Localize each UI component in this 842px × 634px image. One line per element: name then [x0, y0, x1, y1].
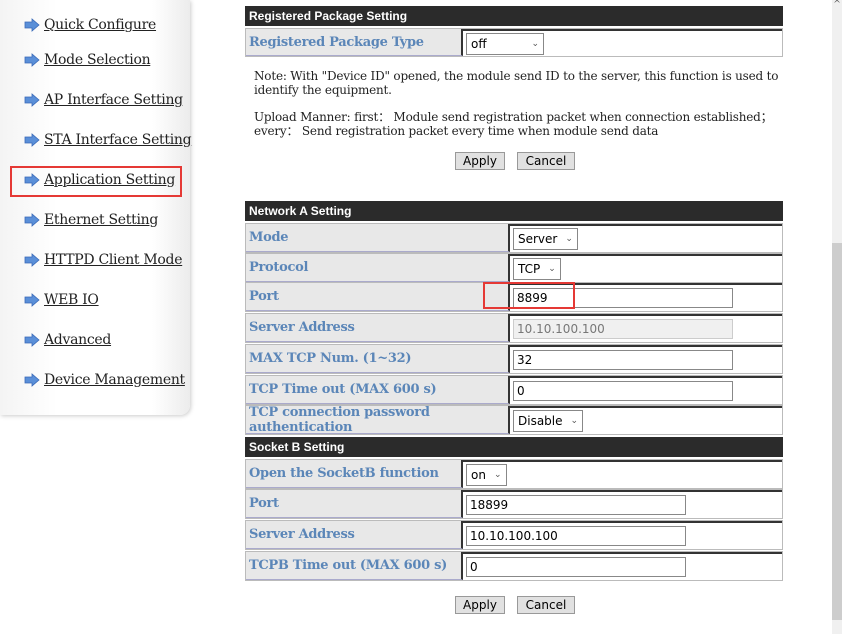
- setting-row: Open the SocketB function on ⌄: [245, 459, 783, 489]
- setting-label: Mode: [246, 224, 510, 252]
- sidebar-item-label: Advanced: [44, 332, 112, 348]
- setting-row: TCP Time out (MAX 600 s) 0: [245, 375, 783, 405]
- socketb-apply-button[interactable]: Apply: [455, 596, 505, 614]
- setting-row: Server Address 10.10.100.100: [245, 520, 783, 550]
- arrow-right-icon: [24, 133, 40, 147]
- sidebar-item-mode-selection[interactable]: Mode Selection: [24, 52, 151, 68]
- sidebar-item-label: Application Setting: [44, 172, 176, 188]
- arrow-right-icon: [24, 18, 40, 32]
- socket-b-header: Socket B Setting: [245, 437, 783, 457]
- sidebar-item-advanced[interactable]: Advanced: [24, 332, 111, 348]
- arrow-right-icon: [24, 253, 40, 267]
- sidebar-item-label: Mode Selection: [44, 52, 151, 68]
- registered-package-type-row: Registered Package Type off ⌄: [245, 28, 783, 57]
- sidebar-item-quick-configure[interactable]: Quick Configure: [24, 17, 156, 33]
- sidebar-item-ethernet-setting[interactable]: Ethernet Setting: [24, 212, 158, 228]
- setting-label: TCP connection password authentication: [246, 405, 510, 435]
- setting-row: TCP connection password authentication Di…: [245, 405, 783, 435]
- setting-input[interactable]: 0: [513, 381, 733, 401]
- setting-input[interactable]: 10.10.100.100: [466, 526, 686, 546]
- cancel-button[interactable]: Cancel: [517, 152, 575, 170]
- sidebar-item-label: STA Interface Setting: [44, 132, 192, 148]
- setting-input[interactable]: 0: [466, 557, 686, 577]
- setting-label: Port: [246, 283, 510, 311]
- setting-row: Mode Server ⌄: [245, 223, 783, 253]
- chevron-down-icon: ⌄: [531, 38, 539, 49]
- registered-package-header: Registered Package Setting: [245, 6, 783, 26]
- scroll-up-icon[interactable]: ^: [832, 0, 842, 10]
- sidebar-item-ap-interface-setting[interactable]: AP Interface Setting: [24, 92, 183, 108]
- setting-select[interactable]: Server ⌄: [513, 228, 578, 250]
- setting-label: Open the SocketB function: [246, 460, 463, 488]
- sidebar-item-httpd-client-mode[interactable]: HTTPD Client Mode: [24, 252, 183, 268]
- arrow-right-icon: [24, 213, 40, 227]
- setting-label: TCPB Time out (MAX 600 s): [246, 552, 463, 580]
- port-highlight: [483, 282, 575, 309]
- chevron-down-icon: ⌄: [565, 234, 573, 244]
- sidebar-item-label: Quick Configure: [44, 17, 157, 33]
- sidebar-item-application-setting[interactable]: Application Setting: [24, 172, 175, 188]
- upload-manner-text: Upload Manner: first： Module send regist…: [254, 110, 773, 138]
- setting-row: TCPB Time out (MAX 600 s) 0: [245, 551, 783, 581]
- sidebar-item-label: WEB IO: [44, 292, 99, 308]
- chevron-down-icon: ⌄: [570, 416, 579, 426]
- registered-package-type-label: Registered Package Type: [246, 29, 463, 56]
- setting-select[interactable]: TCP ⌄: [513, 258, 561, 280]
- registered-package-type-select[interactable]: off ⌄: [466, 32, 544, 55]
- sidebar-item-label: AP Interface Setting: [44, 92, 183, 108]
- setting-input: 10.10.100.100: [513, 319, 733, 339]
- sidebar-item-device-management[interactable]: Device Management: [24, 372, 185, 388]
- note-text: Note: With "Device ID" opened, the modul…: [254, 69, 779, 97]
- setting-row: Port 18899: [245, 489, 783, 519]
- setting-label: TCP Time out (MAX 600 s): [246, 376, 510, 404]
- setting-row: Protocol TCP ⌄: [245, 253, 783, 283]
- setting-label: Server Address: [246, 521, 463, 549]
- select-value: on: [471, 468, 486, 482]
- apply-button[interactable]: Apply: [455, 152, 505, 170]
- setting-input[interactable]: 32: [513, 350, 733, 370]
- arrow-right-icon: [24, 293, 40, 307]
- arrow-right-icon: [24, 53, 40, 67]
- sidebar-item-label: Device Management: [44, 372, 185, 388]
- setting-label: Port: [246, 490, 463, 518]
- sidebar-item-label: HTTPD Client Mode: [44, 252, 183, 268]
- setting-label: Protocol: [246, 254, 510, 282]
- setting-row: Server Address 10.10.100.100: [245, 313, 783, 343]
- setting-select[interactable]: Disable ⌄: [513, 410, 584, 432]
- chevron-down-icon: ⌄: [548, 264, 556, 274]
- setting-label: MAX TCP Num. (1~32): [246, 345, 510, 373]
- arrow-right-icon: [24, 173, 40, 187]
- select-value: Disable: [518, 414, 563, 428]
- setting-row: MAX TCP Num. (1~32) 32: [245, 344, 783, 374]
- setting-input[interactable]: 18899: [466, 495, 686, 515]
- select-value: TCP: [518, 262, 541, 276]
- scrollbar-thumb[interactable]: [832, 243, 842, 620]
- setting-label: Server Address: [246, 314, 510, 342]
- sidebar-item-label: Ethernet Setting: [44, 212, 159, 228]
- setting-select[interactable]: on ⌄: [466, 464, 507, 486]
- select-value: off: [471, 36, 487, 51]
- sidebar-item-web-io[interactable]: WEB IO: [24, 292, 99, 308]
- network-a-header: Network A Setting: [245, 201, 783, 221]
- arrow-right-icon: [24, 373, 40, 387]
- arrow-right-icon: [24, 333, 40, 347]
- socketb-cancel-button[interactable]: Cancel: [517, 596, 575, 614]
- arrow-right-icon: [24, 93, 40, 107]
- chevron-down-icon: ⌄: [493, 470, 502, 480]
- select-value: Server: [518, 232, 558, 246]
- sidebar-item-sta-interface-setting[interactable]: STA Interface Setting: [24, 132, 192, 148]
